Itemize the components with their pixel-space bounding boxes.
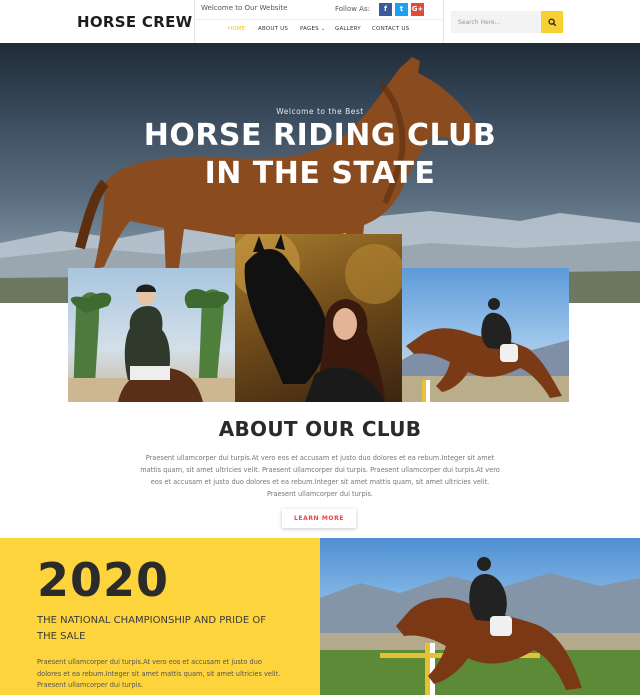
nav-home[interactable]: HOME [228,26,246,32]
rider-image [68,284,236,402]
nav-contact-us[interactable]: CONTACT US [372,26,409,32]
search-button[interactable] [541,11,563,33]
nav-gallery[interactable]: GALLERY [335,26,361,32]
search-icon [547,17,556,26]
header-divider [443,0,444,43]
nav-pages[interactable]: PAGES ⌄ [300,26,325,32]
woman-horse-image [235,234,402,402]
welcome-text: Welcome to Our Website [201,4,288,12]
championship-year: 2020 [37,553,170,607]
championship-text: Praesent ullamcorper dui turpis.At vero … [37,658,281,689]
hero-title-line-1: HORSE RIDING CLUB [143,118,497,153]
hero-subtitle: Welcome to the Best [276,107,364,116]
header-divider [194,0,195,43]
follow-label: Follow As: [335,5,370,13]
chevron-down-icon: ⌄ [320,26,326,32]
site-header: HORSE CREW Welcome to Our Website Follow… [0,0,640,43]
rider-photo [68,268,236,402]
twitter-icon[interactable]: t [395,3,408,16]
woman-horse-photo [235,234,402,402]
header-rule [195,19,443,20]
search-input[interactable]: Search Here... [451,11,541,33]
jumping-horse-image [402,298,569,402]
show-jumping-image [320,557,640,695]
site-logo[interactable]: HORSE CREW [77,13,192,31]
about-text: Praesent ullamcorper dui turpis.At vero … [140,454,500,498]
nav-pages-label: PAGES [300,26,319,32]
jumping-horse-photo [402,268,569,402]
facebook-icon[interactable]: f [379,3,392,16]
learn-more-button[interactable]: LEARN MORE [282,509,356,528]
championship-heading: THE NATIONAL CHAMPIONSHIP AND PRIDE OF T… [37,615,266,642]
championship-photo [320,538,640,695]
nav-about-us[interactable]: ABOUT US [258,26,288,32]
about-title: ABOUT OUR CLUB [218,417,422,441]
google-plus-icon[interactable]: G+ [411,3,424,16]
hero-title-line-2: IN THE STATE [204,156,436,191]
